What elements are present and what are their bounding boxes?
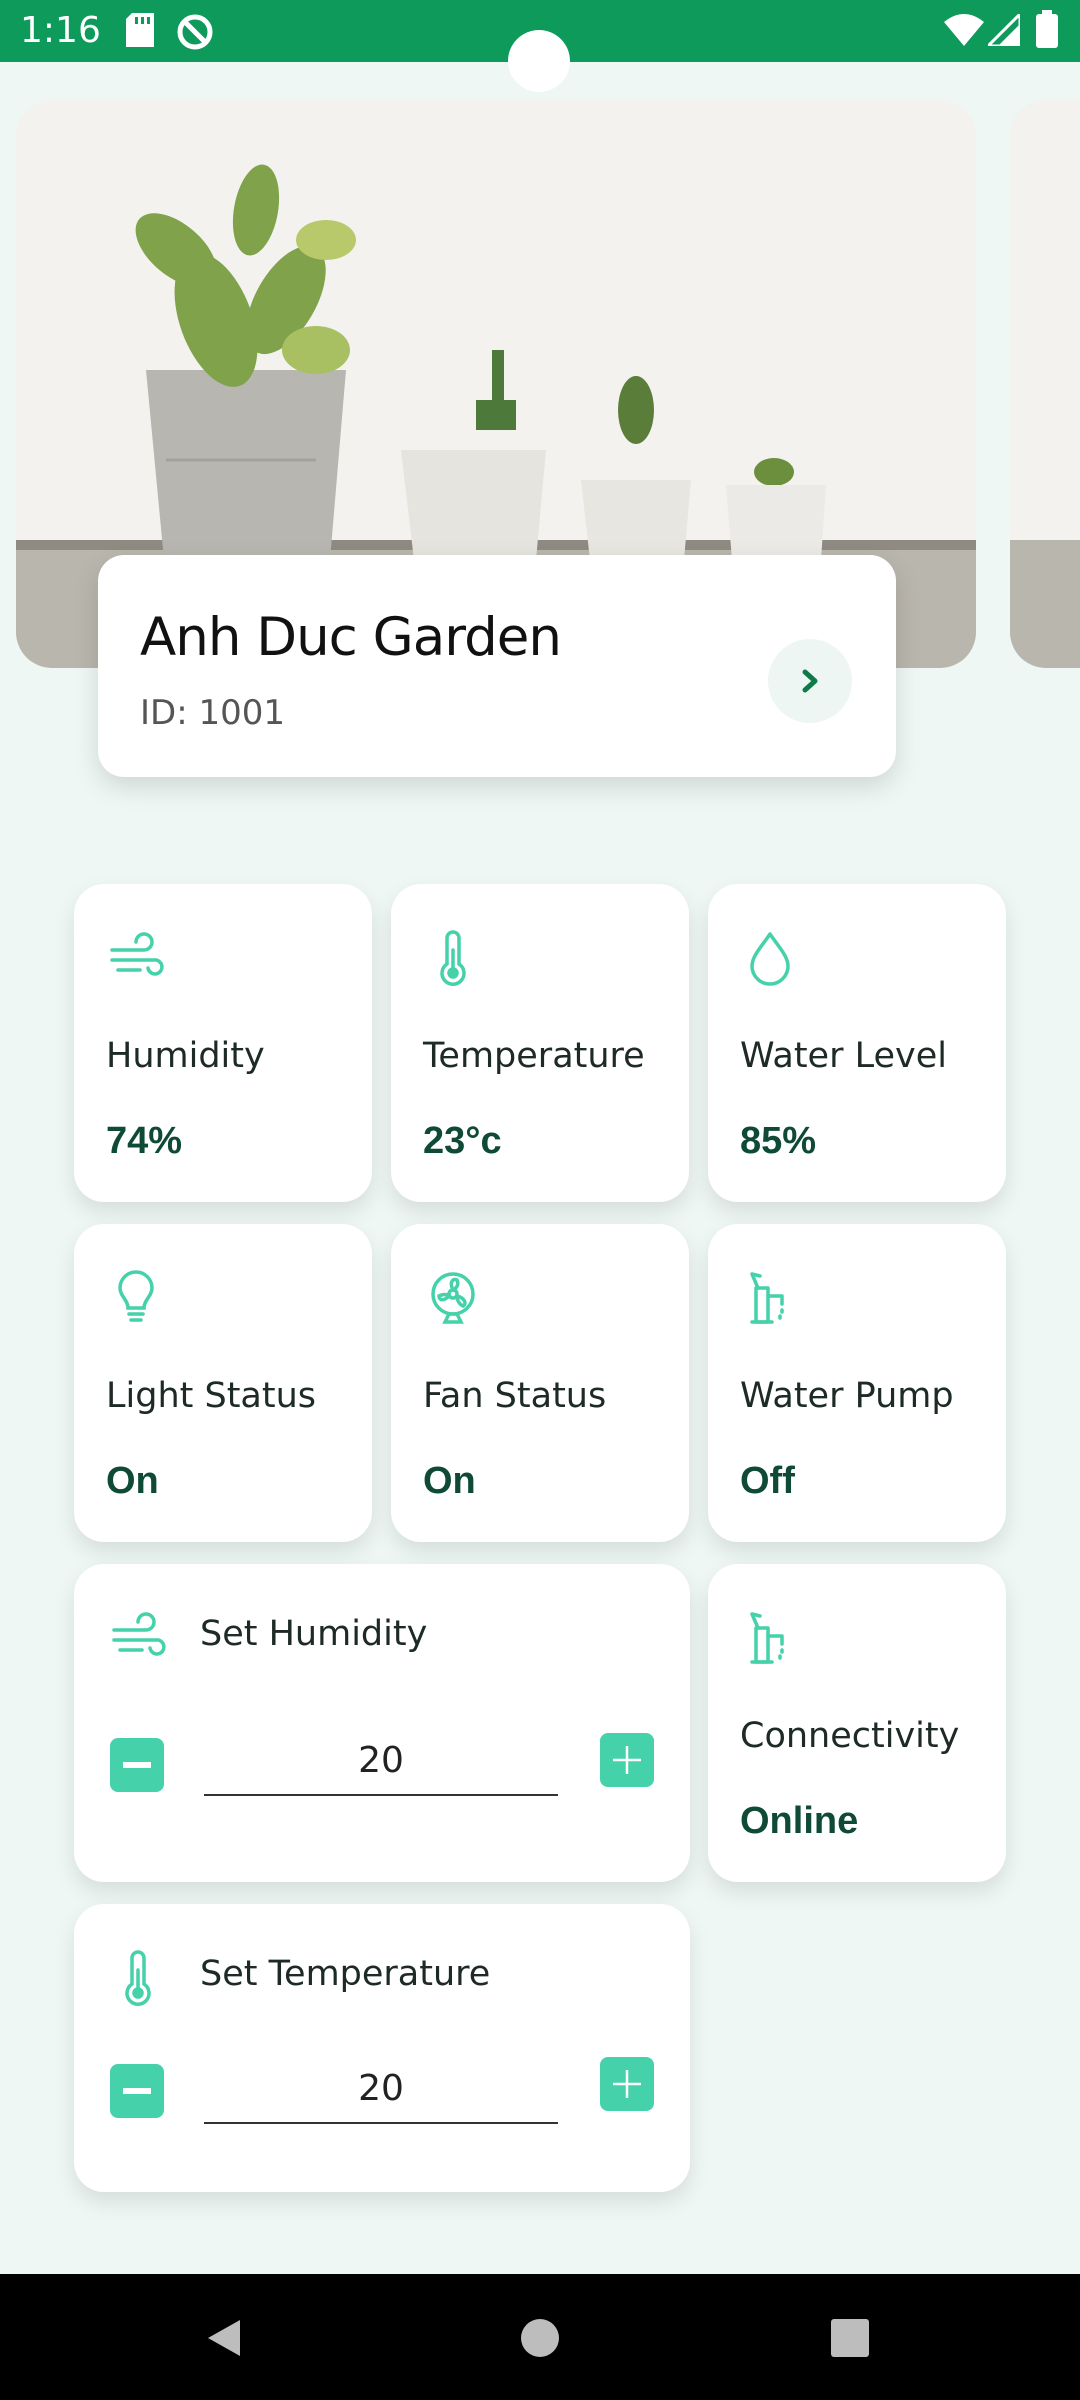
light-status-label: Light Status <box>106 1376 316 1416</box>
connectivity-label: Connectivity <box>740 1716 960 1756</box>
lightbulb-icon <box>118 1270 154 1322</box>
sd-card-icon <box>126 13 154 47</box>
water-level-value: 85% <box>740 1120 817 1162</box>
water-pump-label: Water Pump <box>740 1376 954 1416</box>
water-level-label: Water Level <box>740 1036 947 1076</box>
water-level-card[interactable]: Water Level 85% <box>708 884 1006 1202</box>
open-garden-button[interactable] <box>768 639 852 723</box>
garden-info-card[interactable]: Anh Duc Garden ID: 1001 <box>98 555 896 777</box>
camera-cutout <box>508 30 570 92</box>
temperature-card[interactable]: Temperature 23°c <box>391 884 689 1202</box>
thermometer-icon <box>125 1950 151 2006</box>
battery-icon <box>1036 10 1058 48</box>
thermometer-icon <box>440 930 466 986</box>
set-temperature-label: Set Temperature <box>200 1954 491 1994</box>
minus-icon <box>123 2088 151 2094</box>
increase-temperature-button[interactable] <box>600 2057 654 2111</box>
set-temperature-card: Set Temperature <box>74 1904 690 2192</box>
next-garden-image[interactable] <box>1010 100 1080 668</box>
wind-icon <box>112 1612 166 1656</box>
water-pump-icon <box>750 1272 784 1324</box>
decrease-temperature-button[interactable] <box>110 2064 164 2118</box>
light-status-value: On <box>106 1460 159 1502</box>
humidity-card[interactable]: Humidity 74% <box>74 884 372 1202</box>
plus-icon <box>613 2070 641 2098</box>
minus-icon <box>123 1762 151 1768</box>
water-drop-icon <box>750 932 790 986</box>
fan-status-label: Fan Status <box>423 1376 607 1416</box>
temperature-setpoint-input[interactable] <box>204 2054 558 2124</box>
humidity-value: 74% <box>106 1120 183 1162</box>
humidity-label: Humidity <box>106 1036 265 1076</box>
recents-icon[interactable] <box>830 2318 870 2358</box>
water-pump-icon <box>750 1612 784 1664</box>
fan-icon <box>431 1272 475 1324</box>
back-icon[interactable] <box>204 2318 244 2358</box>
water-pump-value: Off <box>740 1460 795 1502</box>
wind-icon <box>110 932 164 976</box>
set-humidity-label: Set Humidity <box>200 1614 428 1654</box>
humidity-setpoint-input[interactable] <box>204 1726 558 1796</box>
plus-icon <box>613 1746 641 1774</box>
system-navigation-bar <box>0 2274 1080 2400</box>
cellular-signal-icon <box>988 14 1020 46</box>
temperature-label: Temperature <box>423 1036 645 1076</box>
water-pump-card[interactable]: Water Pump Off <box>708 1224 1006 1542</box>
chevron-right-icon <box>802 669 818 693</box>
status-time: 1:16 <box>20 10 101 51</box>
temperature-value: 23°c <box>423 1120 502 1162</box>
garden-name: Anh Duc Garden <box>140 607 562 668</box>
connectivity-card[interactable]: Connectivity Online <box>708 1564 1006 1882</box>
fan-status-card[interactable]: Fan Status On <box>391 1224 689 1542</box>
home-icon[interactable] <box>520 2318 560 2358</box>
fan-status-value: On <box>423 1460 476 1502</box>
light-status-card[interactable]: Light Status On <box>74 1224 372 1542</box>
connectivity-value: Online <box>740 1800 859 1842</box>
set-humidity-card: Set Humidity <box>74 1564 690 1882</box>
decrease-humidity-button[interactable] <box>110 1738 164 1792</box>
garden-id: ID: 1001 <box>140 693 285 733</box>
wifi-icon <box>944 14 984 46</box>
increase-humidity-button[interactable] <box>600 1733 654 1787</box>
at-sign-icon <box>177 14 213 50</box>
